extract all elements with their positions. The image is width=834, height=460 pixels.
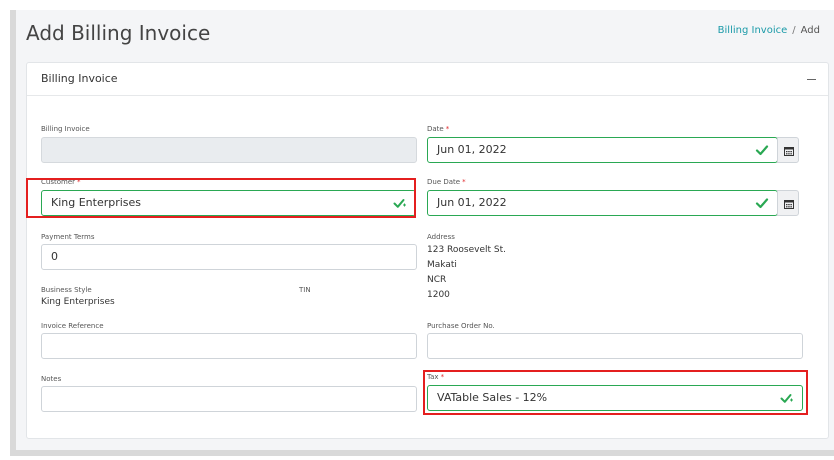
business-style-label: Business Style xyxy=(41,286,92,294)
billing-invoice-label: Billing Invoice xyxy=(41,125,90,133)
payment-terms-label: Payment Terms xyxy=(41,233,95,241)
card-header: Billing Invoice xyxy=(27,63,828,96)
date-label: Date * xyxy=(427,125,449,133)
purchase-order-label: Purchase Order No. xyxy=(427,322,495,330)
purchase-order-input[interactable] xyxy=(427,333,803,359)
tax-label-text: Tax xyxy=(427,373,439,381)
business-style-value: King Enterprises xyxy=(41,297,115,307)
minus-icon[interactable] xyxy=(806,72,818,84)
address-line-4: 1200 xyxy=(427,290,450,300)
tax-label: Tax * xyxy=(427,373,444,381)
tax-required-mark: * xyxy=(440,373,445,381)
page-content: Add Billing Invoice Billing Invoice / Add … xyxy=(16,10,834,450)
address-line-2: Makati xyxy=(427,260,457,270)
date-required-mark: * xyxy=(445,125,450,133)
customer-required-mark: * xyxy=(77,178,81,186)
check-icon xyxy=(393,199,406,208)
breadcrumb-link-billing-invoice[interactable]: Billing Invoice xyxy=(718,25,788,36)
payment-terms-input[interactable]: 0 xyxy=(41,244,417,270)
tax-value: VATable Sales - 12% xyxy=(437,391,548,404)
tax-select[interactable]: VATable Sales - 12% xyxy=(427,385,803,411)
check-icon xyxy=(755,145,769,156)
breadcrumb: Billing Invoice / Add xyxy=(718,25,820,36)
date-input[interactable]: Jun 01, 2022 xyxy=(427,137,778,163)
due-date-label: Due Date * xyxy=(427,178,466,186)
customer-select[interactable]: King Enterprises xyxy=(41,190,416,216)
calendar-icon xyxy=(784,147,794,156)
customer-value: King Enterprises xyxy=(51,196,142,209)
page-title: Add Billing Invoice xyxy=(26,21,211,45)
date-value: Jun 01, 2022 xyxy=(437,143,507,156)
due-date-required-mark: * xyxy=(462,178,466,186)
tin-label: TIN xyxy=(299,286,311,294)
due-date-calendar-button[interactable] xyxy=(777,190,799,216)
customer-label-text: Customer xyxy=(41,178,76,186)
invoice-reference-input[interactable] xyxy=(41,333,417,359)
date-label-text: Date xyxy=(427,125,444,133)
billing-invoice-input xyxy=(41,137,417,163)
billing-invoice-card: Billing Invoice Billing Invoice Date * Ju… xyxy=(26,62,829,439)
card-title: Billing Invoice xyxy=(41,72,118,85)
notes-label: Notes xyxy=(41,375,62,383)
check-icon xyxy=(755,198,769,209)
address-line-1: 123 Roosevelt St. xyxy=(427,245,506,255)
invoice-reference-label: Invoice Reference xyxy=(41,322,104,330)
due-date-value: Jun 01, 2022 xyxy=(437,196,507,209)
due-date-label-text: Due Date xyxy=(427,178,461,186)
calendar-icon xyxy=(784,200,794,209)
customer-label: Customer * xyxy=(41,178,81,186)
breadcrumb-separator: / xyxy=(792,25,796,36)
due-date-input[interactable]: Jun 01, 2022 xyxy=(427,190,778,216)
address-label: Address xyxy=(427,233,455,241)
date-calendar-button[interactable] xyxy=(777,137,799,163)
breadcrumb-current: Add xyxy=(800,25,820,36)
address-line-3: NCR xyxy=(427,275,447,285)
notes-input[interactable] xyxy=(41,386,417,412)
check-icon xyxy=(780,394,793,403)
